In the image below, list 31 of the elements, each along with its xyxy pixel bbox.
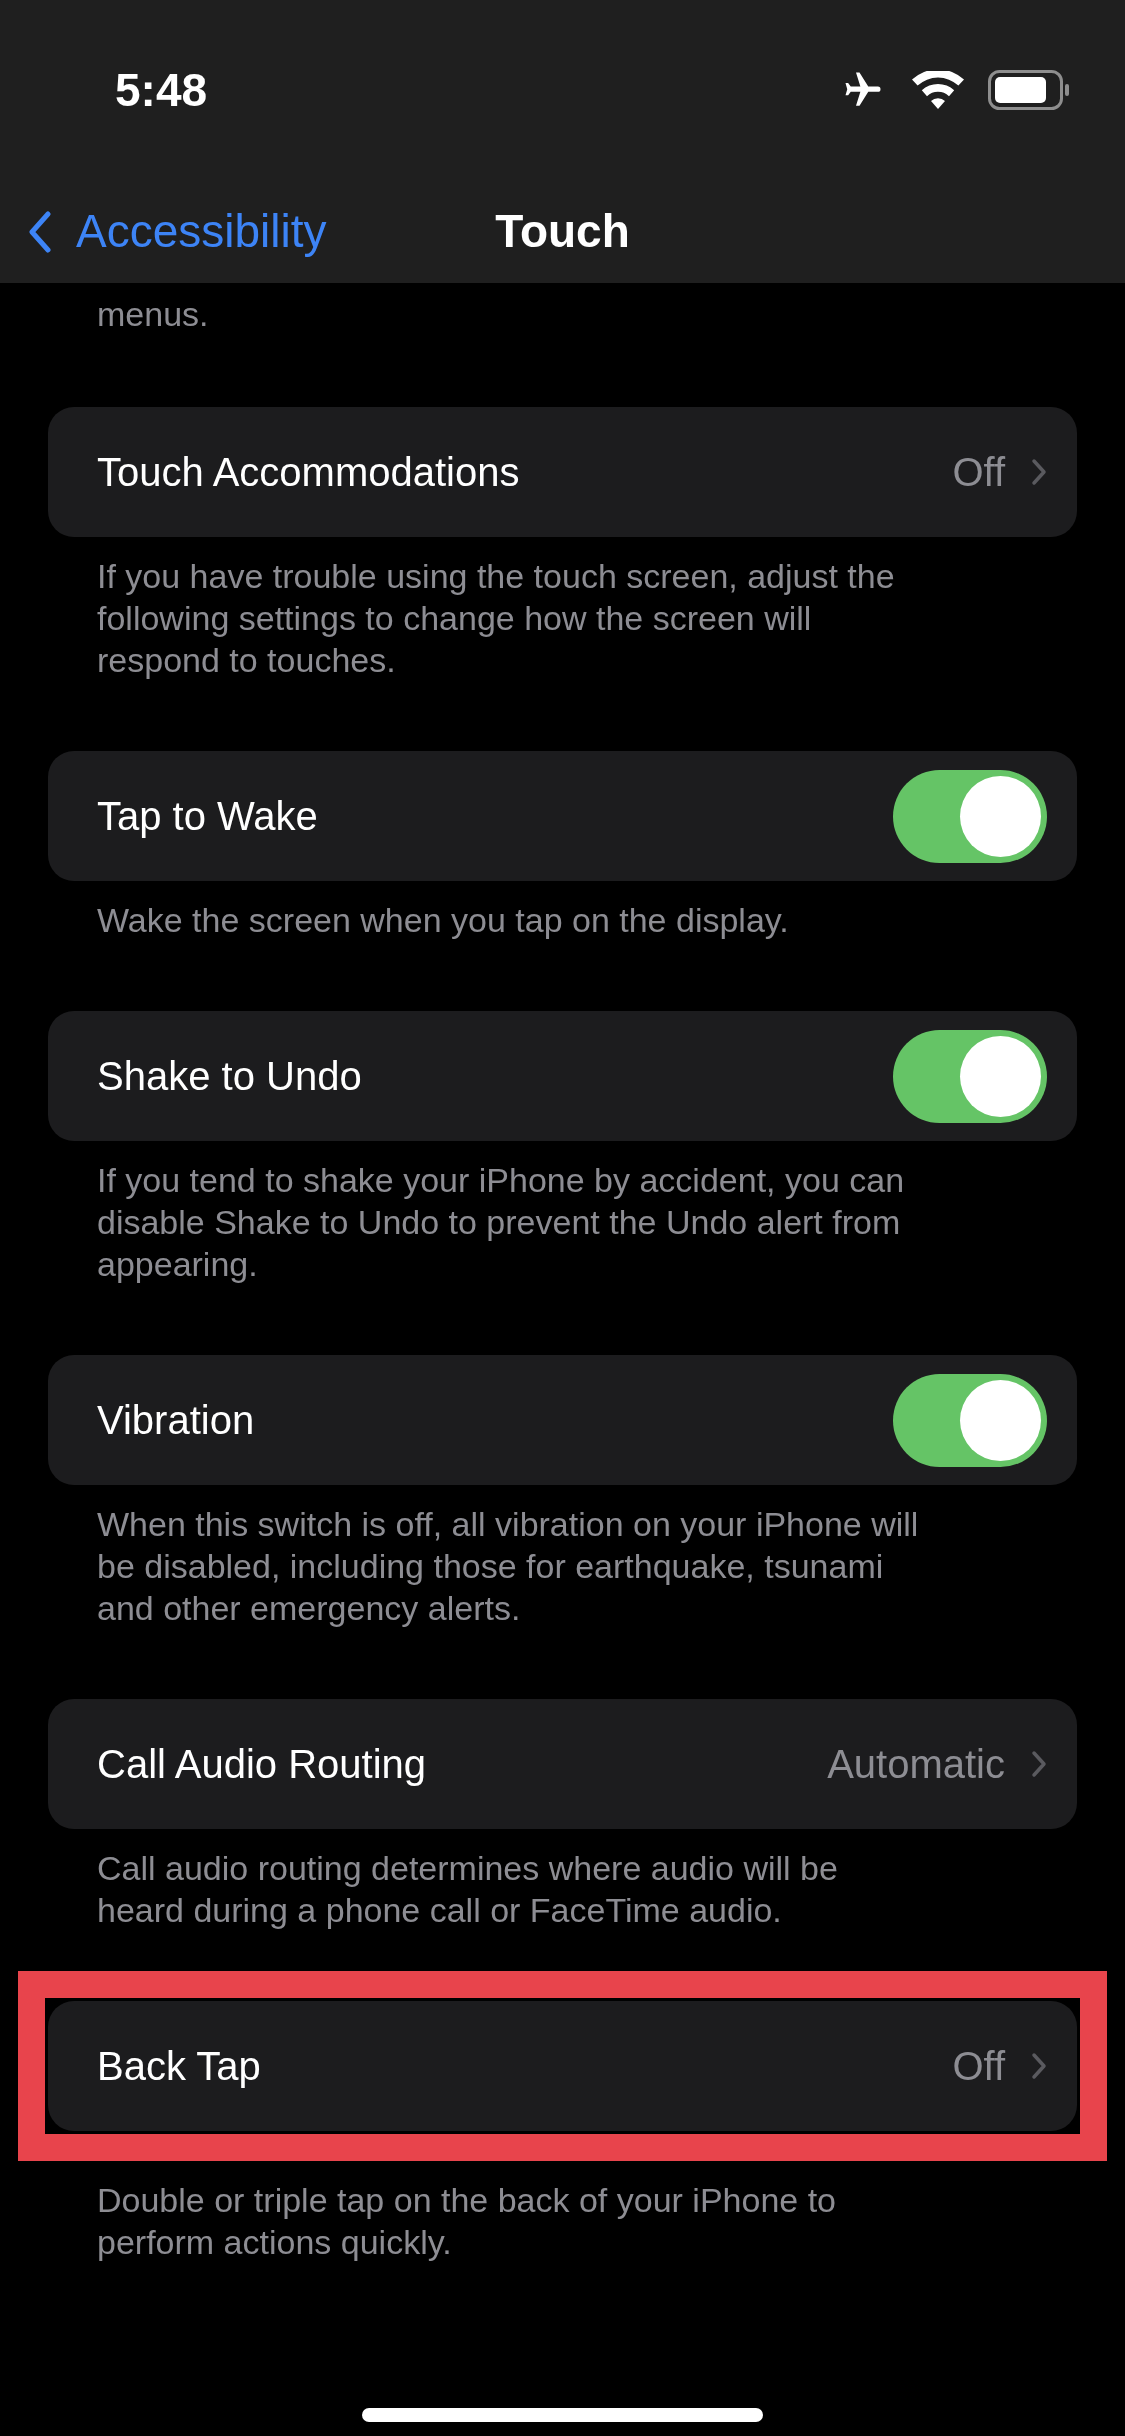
- row-footnote: Wake the screen when you tap on the display.: [96, 900, 790, 941]
- row-value: Automatic: [827, 1741, 1005, 1788]
- chevron-icon: [1031, 458, 1047, 486]
- row-label: Back Tap: [97, 2043, 262, 2090]
- row-footnote: Double or triple tap on the back of your iPhone to perform actions quickly.: [96, 2180, 838, 2263]
- wifi-icon: [912, 71, 964, 109]
- row-footnote: Call audio routing determines where audio will be heard during a phone call or FaceTime audio.: [96, 1848, 839, 1931]
- chevron-icon: [1031, 1750, 1047, 1778]
- page-title: Touch: [495, 204, 630, 259]
- row-footnote: If you tend to shake your iPhone by accident, you can disable Shake to Undo to prevent the Undo alert from appearing.: [96, 1160, 906, 1285]
- row-label: Vibration: [97, 1397, 256, 1444]
- row-label: Call Audio Routing: [97, 1741, 428, 1788]
- settings-row[interactable]: Back Tap Off: [48, 2001, 1077, 2131]
- row-value: Off: [952, 449, 1005, 496]
- settings-row[interactable]: Touch Accommodations Off: [48, 407, 1077, 537]
- settings-row[interactable]: Vibration: [48, 1355, 1077, 1485]
- row-value: Off: [952, 2043, 1005, 2090]
- row-label: Tap to Wake: [97, 793, 319, 840]
- settings-row[interactable]: Call Audio Routing Automatic: [48, 1699, 1077, 1829]
- row-label: Touch Accommodations: [97, 449, 521, 496]
- row-footnote: When this switch is off, all vibration on your iPhone will be disabled, including those for earthquake, tsunami and other emergency alerts.: [96, 1504, 920, 1629]
- battery-icon: [988, 70, 1070, 110]
- chevron-icon: [1031, 2052, 1047, 2080]
- settings-row[interactable]: Shake to Undo: [48, 1011, 1077, 1141]
- row-label: Shake to Undo: [97, 1053, 363, 1100]
- back-button[interactable]: Accessibility: [28, 197, 327, 266]
- section-footnote: menus.: [96, 294, 210, 335]
- back-chevron-icon: [28, 210, 52, 253]
- status-time: 5:48: [115, 62, 208, 118]
- row-footnote: If you have trouble using the touch screen, adjust the following settings to change how the screen will respond to touches.: [96, 556, 896, 681]
- settings-row[interactable]: Tap to Wake: [48, 751, 1077, 881]
